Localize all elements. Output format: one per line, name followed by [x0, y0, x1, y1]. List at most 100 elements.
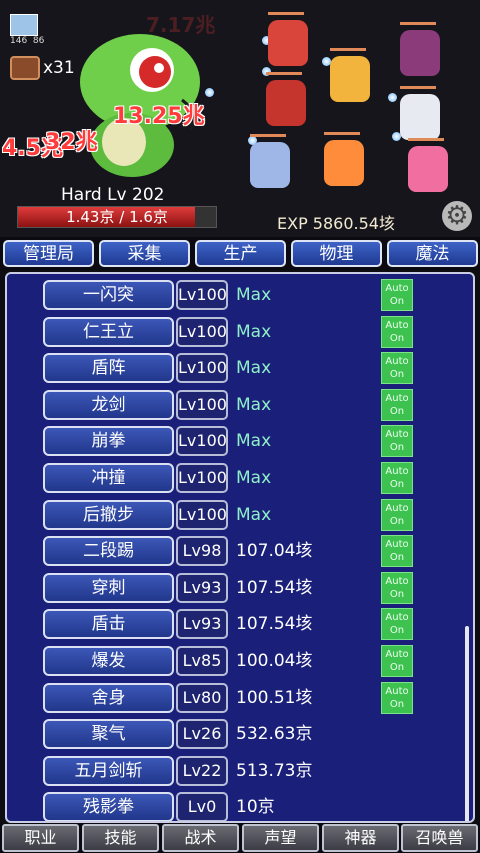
skill-name-button[interactable]: 爆发: [43, 646, 174, 676]
gear-icon[interactable]: ⚙: [442, 201, 472, 231]
auto-state: On: [389, 625, 405, 637]
skill-value: Max: [236, 394, 272, 415]
skill-level-button[interactable]: Lv98: [176, 536, 228, 567]
auto-toggle[interactable]: Auto On: [381, 462, 413, 494]
auto-toggle[interactable]: Auto On: [381, 498, 413, 531]
auto-state: On: [389, 332, 405, 344]
tab-3[interactable]: 物理: [291, 240, 382, 267]
hero-sprite[interactable]: [250, 134, 290, 188]
skill-name-button[interactable]: 舍身: [43, 682, 174, 713]
skill-level-button[interactable]: Lv0: [176, 792, 228, 821]
skill-list-panel[interactable]: 一闪突 Lv100 Max Auto On 仁王立 Lv100 Max Auto On 盾阵 Lv10…: [5, 272, 475, 823]
bottom-tab-4[interactable]: 神器: [322, 824, 399, 852]
skill-level-button[interactable]: Lv100: [176, 280, 228, 310]
skill-level-button[interactable]: Lv100: [176, 499, 228, 530]
scrollbar[interactable]: [465, 626, 469, 821]
auto-toggle[interactable]: Auto On: [381, 608, 413, 641]
skill-row: 穿刺 Lv93 107.54垓 Auto On: [7, 570, 467, 606]
bottom-tab-0[interactable]: 职业: [2, 824, 79, 852]
hero-sprite[interactable]: [266, 72, 306, 126]
skill-level-button[interactable]: Lv100: [176, 426, 228, 457]
player-counts: 146 86: [10, 36, 45, 46]
skill-value: Max: [236, 321, 272, 342]
auto-toggle[interactable]: Auto On: [381, 645, 413, 677]
auto-label: Auto: [385, 539, 409, 551]
auto-state: On: [389, 588, 405, 600]
skill-name-button[interactable]: 一闪突: [43, 280, 174, 310]
skill-name-button[interactable]: 龙剑: [43, 389, 174, 420]
bottom-tab-5[interactable]: 召唤兽: [401, 824, 478, 852]
skill-level-button[interactable]: Lv100: [176, 389, 228, 420]
skill-value: 107.54垓: [236, 577, 313, 598]
auto-label: Auto: [385, 575, 409, 587]
auto-toggle[interactable]: Auto On: [381, 315, 413, 348]
skill-level-button[interactable]: Lv22: [176, 755, 228, 786]
boss-hp-bar: 1.43京 / 1.6京: [17, 206, 217, 228]
hero-sprite[interactable]: [324, 132, 364, 186]
skill-value: Max: [236, 504, 272, 525]
skill-value: Max: [236, 285, 272, 305]
skill-name-button[interactable]: 五月剑斩: [43, 755, 174, 786]
bottom-navigation: 职业 技能 战术 声望 神器 召唤兽: [0, 823, 480, 853]
player-avatar[interactable]: [10, 14, 38, 36]
auto-toggle[interactable]: Auto On: [381, 279, 413, 311]
hero-sprite[interactable]: [408, 138, 448, 192]
skill-name-button[interactable]: 仁王立: [43, 316, 174, 347]
skill-level-button[interactable]: Lv100: [176, 353, 228, 384]
skill-row: 爆发 Lv85 100.04垓 Auto On: [7, 643, 467, 679]
auto-toggle[interactable]: Auto On: [381, 535, 413, 568]
bottom-tab-1[interactable]: 技能: [82, 824, 159, 852]
auto-state: On: [389, 515, 405, 527]
skill-level-button[interactable]: Lv93: [176, 572, 228, 603]
auto-label: Auto: [385, 685, 409, 697]
skill-level-button[interactable]: Lv100: [176, 463, 228, 493]
auto-toggle[interactable]: Auto On: [381, 571, 413, 604]
skill-value: Max: [236, 358, 272, 379]
energy-orb: [205, 88, 214, 97]
auto-toggle[interactable]: Auto On: [381, 425, 413, 458]
skill-name-button[interactable]: 崩拳: [43, 426, 174, 457]
bottom-tab-2[interactable]: 战术: [162, 824, 239, 852]
category-tabs: 管理局 采集 生产 物理 魔法: [0, 237, 480, 270]
hero-sprite[interactable]: [268, 12, 308, 66]
skill-value: 532.63京: [236, 724, 313, 745]
hero-sprite[interactable]: [400, 86, 440, 140]
exp-display: EXP 5860.54垓: [277, 214, 395, 233]
hero-sprite[interactable]: [330, 48, 370, 102]
skill-value: 100.04垓: [236, 651, 313, 671]
auto-label: Auto: [385, 649, 409, 660]
tab-1[interactable]: 采集: [99, 240, 190, 267]
skill-name-button[interactable]: 残影拳: [43, 792, 174, 821]
skill-level-button[interactable]: Lv85: [176, 646, 228, 676]
tab-2[interactable]: 生产: [195, 240, 286, 267]
tab-0[interactable]: 管理局: [3, 240, 94, 267]
skill-name-button[interactable]: 聚气: [43, 719, 174, 750]
auto-state: On: [389, 369, 405, 381]
auto-label: Auto: [385, 502, 409, 514]
skill-level-button[interactable]: Lv93: [176, 609, 228, 640]
skill-name-button[interactable]: 盾击: [43, 609, 174, 640]
skill-row: 崩拳 Lv100 Max Auto On: [7, 423, 467, 459]
skill-level-button[interactable]: Lv100: [176, 316, 228, 347]
auto-toggle[interactable]: Auto On: [381, 352, 413, 385]
boss-hp-text: 1.43京 / 1.6京: [66, 208, 168, 226]
skill-name-button[interactable]: 二段踢: [43, 536, 174, 567]
skill-name-button[interactable]: 后撤步: [43, 499, 174, 530]
skill-level-button[interactable]: Lv26: [176, 719, 228, 750]
hero-sprite[interactable]: [400, 22, 440, 76]
auto-toggle[interactable]: Auto On: [381, 681, 413, 714]
skill-row: 残影拳 Lv0 10京: [7, 789, 467, 821]
treasure-chest-icon[interactable]: [10, 56, 40, 80]
skill-name-button[interactable]: 冲撞: [43, 463, 174, 493]
skill-name-button[interactable]: 穿刺: [43, 572, 174, 603]
skill-row: 盾击 Lv93 107.54垓 Auto On: [7, 606, 467, 642]
skill-name-button[interactable]: 盾阵: [43, 353, 174, 384]
bottom-tab-3[interactable]: 声望: [242, 824, 319, 852]
skill-level-button[interactable]: Lv80: [176, 682, 228, 713]
auto-state: On: [389, 552, 405, 564]
auto-toggle[interactable]: Auto On: [381, 388, 413, 421]
auto-label: Auto: [385, 466, 409, 477]
tab-4[interactable]: 魔法: [387, 240, 478, 267]
auto-state: On: [389, 442, 405, 454]
auto-label: Auto: [385, 356, 409, 368]
